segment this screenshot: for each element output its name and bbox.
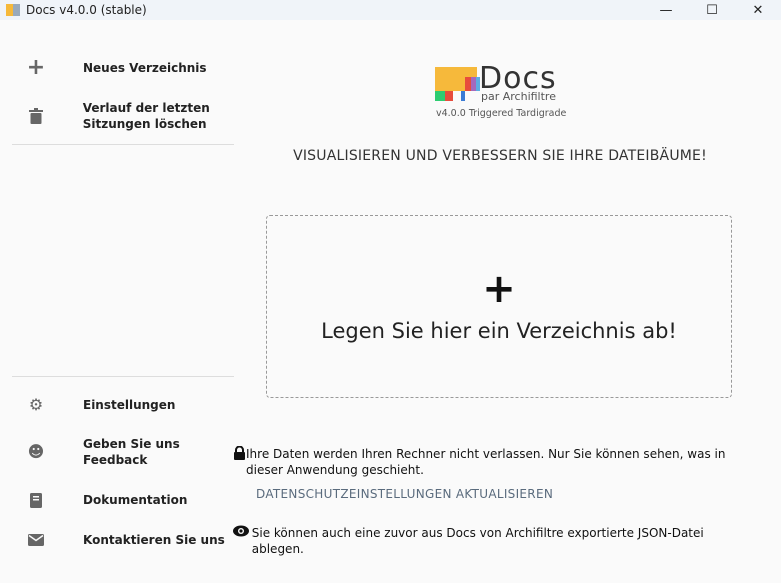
version-label: v4.0.0 Triggered Tardigrade — [436, 108, 567, 119]
trash-icon — [12, 108, 60, 124]
close-button[interactable]: ✕ — [735, 0, 781, 20]
window-title: Docs v4.0.0 (stable) — [26, 3, 147, 17]
smiley-icon: ☻ — [27, 442, 45, 461]
json-note: Sie können auch eine zuvor aus Docs von … — [233, 525, 753, 557]
main-panel: Docs par Archifiltre v4.0.0 Triggered Ta… — [233, 20, 781, 583]
privacy-text: Ihre Daten werden Ihren Rechner nicht ve… — [246, 447, 726, 477]
sidebar-item-feedback[interactable]: ☻ Geben Sie uns Feedback — [12, 436, 234, 468]
app-icon — [6, 4, 20, 16]
privacy-settings-link[interactable]: DATENSCHUTZEINSTELLUNGEN AKTUALISIEREN — [256, 487, 553, 501]
sidebar-item-contact[interactable]: Kontaktieren Sie uns — [12, 532, 234, 548]
tagline: VISUALISIEREN UND VERBESSERN SIE IHRE DA… — [293, 148, 707, 164]
sidebar-item-label: Dokumentation — [83, 493, 188, 507]
privacy-note: Ihre Daten werden Ihren Rechner nicht ve… — [233, 445, 753, 478]
dropzone-text: Legen Sie hier ein Verzeichnis ab! — [321, 318, 677, 343]
sidebar-item-documentation[interactable]: Dokumentation — [12, 492, 234, 508]
gear-icon: ⚙ — [28, 395, 44, 414]
logo-graphic — [435, 67, 480, 101]
book-icon — [12, 492, 60, 508]
eye-icon — [233, 525, 252, 557]
divider — [12, 144, 234, 145]
sidebar-item-label: Geben Sie uns Feedback — [83, 437, 180, 467]
sidebar-item-label: Einstellungen — [83, 398, 176, 412]
plus-icon: + — [26, 55, 46, 80]
json-text: Sie können auch eine zuvor aus Docs von … — [251, 526, 704, 556]
maximize-button[interactable]: ☐ — [689, 0, 735, 20]
logo-subtitle: par Archifiltre — [481, 90, 556, 103]
sidebar-item-label: Neues Verzeichnis — [83, 61, 207, 75]
sidebar: + Neues Verzeichnis Verlauf der letzten … — [0, 20, 245, 583]
dropzone[interactable]: + Legen Sie hier ein Verzeichnis ab! — [266, 215, 732, 398]
mail-icon — [12, 534, 60, 546]
plus-icon: + — [482, 265, 516, 312]
title-bar: Docs v4.0.0 (stable) — ☐ ✕ — [0, 0, 781, 20]
sidebar-item-label: Kontaktieren Sie uns — [83, 533, 225, 547]
sidebar-item-label: Verlauf der letzten Sitzungen löschen — [82, 101, 210, 131]
docs-logo: Docs par Archifiltre v4.0.0 Triggered Ta… — [435, 61, 575, 125]
lock-icon — [233, 445, 246, 478]
minimize-button[interactable]: — — [643, 0, 689, 20]
sidebar-item-settings[interactable]: ⚙ Einstellungen — [12, 397, 234, 413]
sidebar-item-clear-history[interactable]: Verlauf der letzten Sitzungen löschen — [12, 100, 212, 132]
divider — [12, 376, 234, 377]
sidebar-item-new-directory[interactable]: + Neues Verzeichnis — [12, 55, 234, 80]
